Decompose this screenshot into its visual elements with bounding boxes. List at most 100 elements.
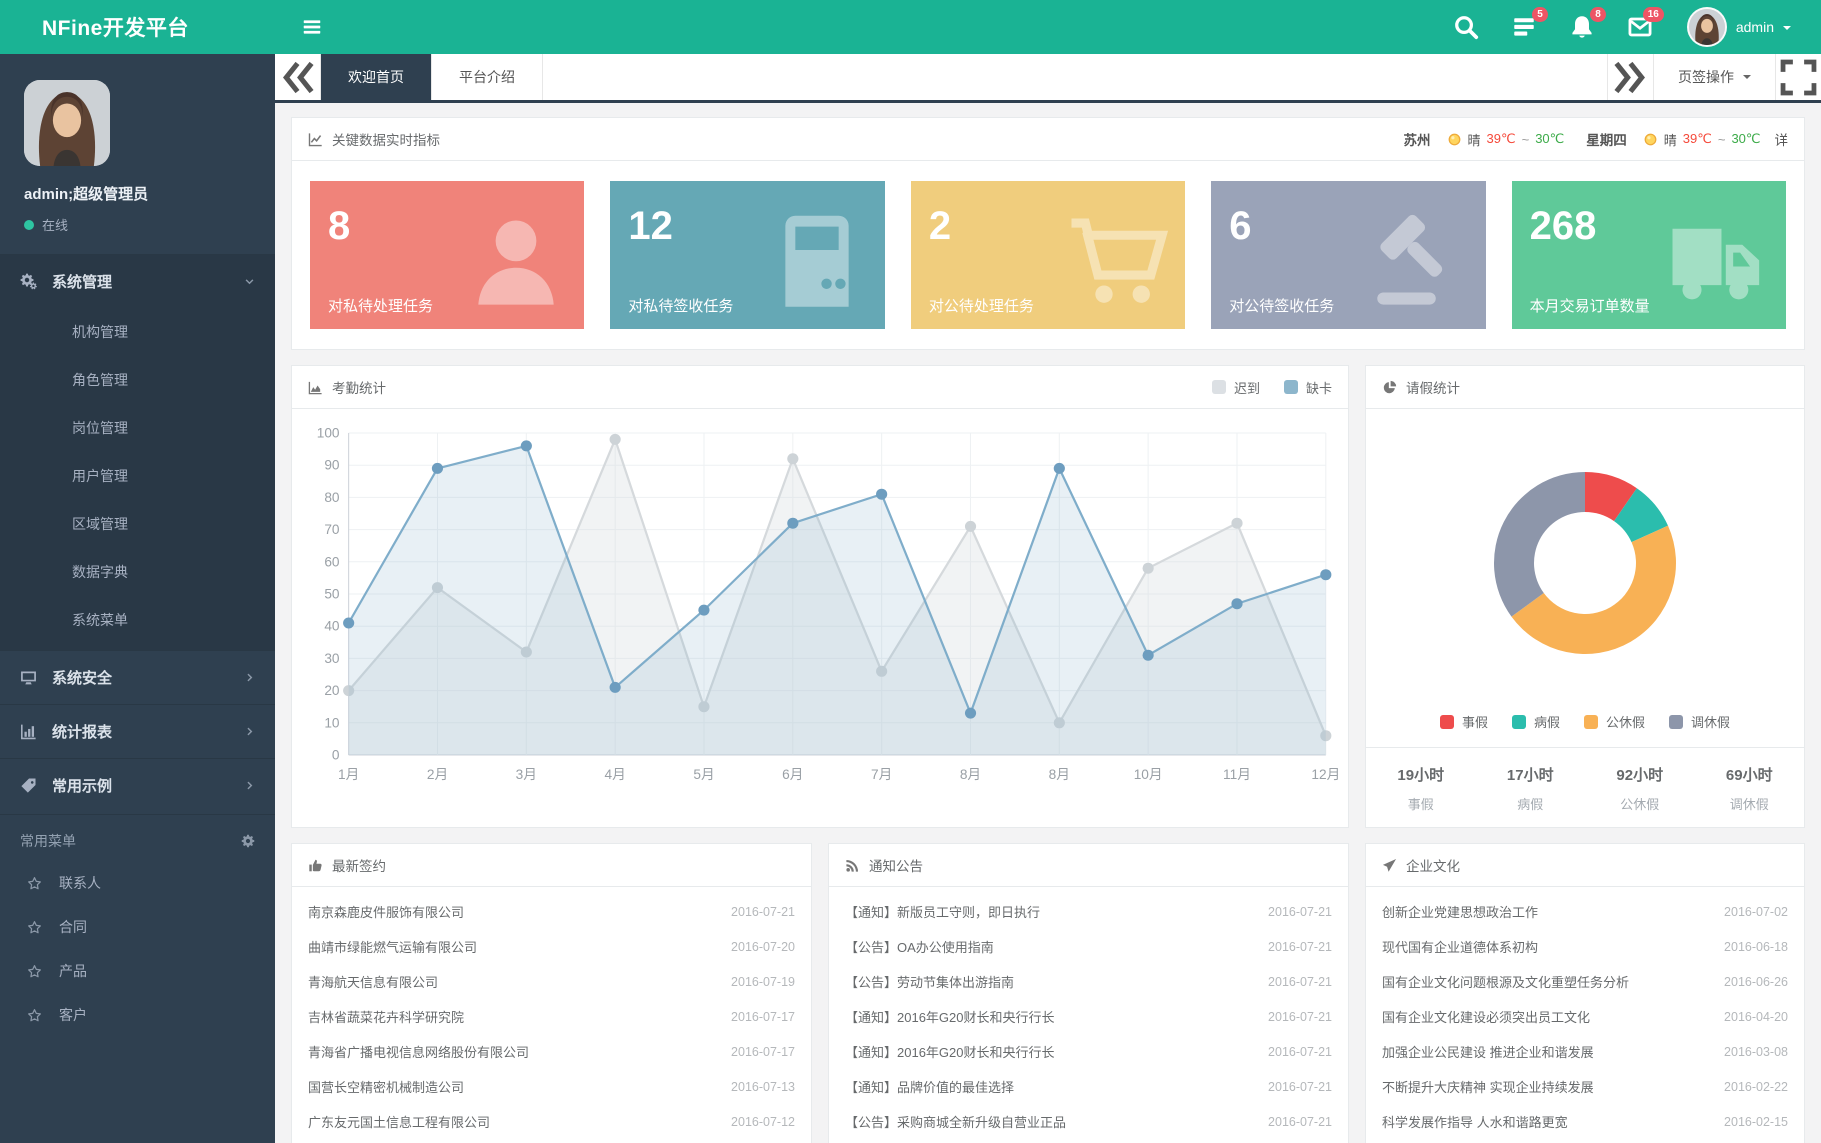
sun-icon — [1643, 132, 1658, 147]
list-item[interactable]: 【通知】品牌价值的最佳选择2016-07-21 — [845, 1069, 1332, 1104]
chevron-right-icon — [244, 780, 255, 791]
weather-more-link[interactable]: 详 — [1775, 129, 1789, 149]
legend-item-0[interactable]: 迟到 — [1212, 378, 1260, 397]
item-text: 青海航天信息有限公司 — [308, 972, 438, 991]
leave-header: 请假统计 — [1366, 366, 1804, 409]
stat-card-4[interactable]: 268本月交易订单数量 — [1512, 181, 1786, 329]
donut-legend-item-3[interactable]: 调休假 — [1669, 712, 1730, 731]
list-panel-0: 最新签约南京森鹿皮件服饰有限公司2016-07-21曲靖市绿能燃气运输有限公司2… — [291, 843, 812, 1143]
favorite-label: 联系人 — [59, 873, 101, 893]
tabs-scroll-left-button[interactable] — [275, 54, 321, 100]
tab-actions-dropdown[interactable]: 页签操作 — [1653, 54, 1775, 100]
stat-card-1[interactable]: 12对私待签收任务 — [610, 181, 884, 329]
favorite-item-2[interactable]: 产品 — [0, 949, 275, 993]
list-item[interactable]: 现代国有企业道德体系初构2016-06-18 — [1382, 929, 1788, 964]
sidebar-subitem-0-1[interactable]: 角色管理 — [0, 356, 275, 404]
server-icon — [765, 209, 869, 313]
list-item[interactable]: 青海省广播电视信息网络股份有限公司2016-07-17 — [308, 1034, 795, 1069]
sidebar-subitem-0-6[interactable]: 系统菜单 — [0, 596, 275, 644]
submenu-0: 机构管理角色管理岗位管理用户管理区域管理数据字典系统菜单 — [0, 308, 275, 650]
favorite-item-0[interactable]: 联系人 — [0, 861, 275, 905]
stat-value: 92小时 — [1585, 764, 1695, 785]
list-item[interactable]: 【公告】OA办公使用指南 2016-07-21 — [845, 929, 1332, 964]
list-item[interactable]: 创新企业党建思想政治工作2016-07-02 — [1382, 894, 1788, 929]
tabs-scroll-right-button[interactable] — [1607, 54, 1653, 100]
donut-legend-item-2[interactable]: 公休假 — [1584, 712, 1645, 731]
search-button[interactable] — [1453, 14, 1479, 40]
list-item[interactable]: 广东友元国土信息工程有限公司2016-07-12 — [308, 1104, 795, 1139]
stat-card-3[interactable]: 6对公待签收任务 — [1211, 181, 1485, 329]
sidebar-subitem-0-5[interactable]: 数据字典 — [0, 548, 275, 596]
favorite-item-1[interactable]: 合同 — [0, 905, 275, 949]
sidebar-item-label: 常用示例 — [52, 775, 229, 796]
legend-label: 缺卡 — [1306, 378, 1332, 397]
tab-welcome-home[interactable]: 欢迎首页 — [321, 54, 432, 100]
weather-low: 30℃ — [1535, 131, 1564, 147]
list-item[interactable]: 国有企业文化建设必须突出员工文化2016-04-20 — [1382, 999, 1788, 1034]
sidebar-subitem-0-3[interactable]: 用户管理 — [0, 452, 275, 500]
sidebar-item-1[interactable]: 系统安全 — [0, 651, 275, 704]
profile-avatar[interactable] — [24, 80, 110, 166]
user-menu[interactable]: admin — [1687, 7, 1791, 47]
list-item[interactable]: 【公告】采购商城全新升级自营业正品2016-07-21 — [845, 1139, 1332, 1143]
sidebar: admin;超级管理员 在线 系统管理机构管理角色管理岗位管理用户管理区域管理数… — [0, 54, 275, 1143]
gear-icon[interactable] — [241, 834, 255, 848]
app-logo: NFine开发平台 — [0, 12, 275, 42]
notifications-button[interactable]: 8 — [1569, 14, 1595, 40]
legend-label: 病假 — [1534, 712, 1560, 731]
leave-stat-2: 92小时公休假 — [1585, 764, 1695, 813]
list-item[interactable]: 不断提升大庆精神 实现企业持续发展2016-02-22 — [1382, 1069, 1788, 1104]
tab-platform-intro[interactable]: 平台介绍 — [432, 54, 543, 100]
item-date: 2016-07-21 — [1268, 940, 1332, 954]
list-item[interactable]: 青海航天信息有限公司2016-07-19 — [308, 964, 795, 999]
stat-card-0[interactable]: 8对私待处理任务 — [310, 181, 584, 329]
menu-section-1: 系统安全 — [0, 650, 275, 704]
stat-value: 17小时 — [1476, 764, 1586, 785]
fullscreen-button[interactable] — [1775, 54, 1821, 100]
sidebar-item-0[interactable]: 系统管理 — [0, 255, 275, 308]
list-item[interactable]: 【通知】2016年G20财长和央行行长2016-07-21 — [845, 1034, 1332, 1069]
donut-slice-3[interactable] — [1494, 472, 1585, 617]
sidebar-subitem-0-2[interactable]: 岗位管理 — [0, 404, 275, 452]
sidebar-subitem-0-4[interactable]: 区域管理 — [0, 500, 275, 548]
messages-button[interactable]: 16 — [1627, 14, 1653, 40]
leave-stat-3: 69小时调休假 — [1695, 764, 1805, 813]
list-item[interactable]: 【通知】新版员工守则，即日执行2016-07-21 — [845, 894, 1332, 929]
list-item[interactable]: 科学发展作指导 人水和谐路更宽2016-02-15 — [1382, 1139, 1788, 1143]
gavel-icon — [1366, 209, 1470, 313]
favorite-item-3[interactable]: 客户 — [0, 993, 275, 1037]
list-item[interactable]: 南京森鹿皮件服饰有限公司2016-07-21 — [308, 894, 795, 929]
star-icon — [27, 920, 42, 935]
list-item[interactable]: 国有企业文化问题根源及文化重塑任务分析2016-06-26 — [1382, 964, 1788, 999]
stat-card-2[interactable]: 2对公待处理任务 — [911, 181, 1185, 329]
item-text: 【公告】劳动节集体出游指南 — [845, 972, 1014, 991]
sidebar-item-2[interactable]: 统计报表 — [0, 705, 275, 758]
item-date: 2016-07-20 — [731, 940, 795, 954]
sidebar-item-3[interactable]: 常用示例 — [0, 759, 275, 812]
donut-legend-item-0[interactable]: 事假 — [1440, 712, 1488, 731]
online-dot-icon — [24, 220, 34, 230]
indicators-title: 关键数据实时指标 — [332, 129, 440, 149]
tasks-button[interactable]: 5 — [1511, 14, 1537, 40]
leave-stats: 19小时事假17小时病假92小时公休假69小时调休假 — [1366, 748, 1804, 827]
item-date: 2016-07-17 — [731, 1010, 795, 1024]
list-item[interactable]: 【公告】劳动节集体出游指南2016-07-21 — [845, 964, 1332, 999]
svg-text:11月: 11月 — [1223, 767, 1251, 782]
list-item[interactable]: 曲靖市绿能燃气运输有限公司2016-07-20 — [308, 929, 795, 964]
legend-item-1[interactable]: 缺卡 — [1284, 378, 1332, 397]
donut-legend-item-1[interactable]: 病假 — [1512, 712, 1560, 731]
list-item[interactable]: 吉林省蔬菜花卉科学研究院2016-07-17 — [308, 999, 795, 1034]
list-item[interactable]: 【通知】2016年G20财长和央行行长2016-07-21 — [845, 999, 1332, 1034]
list-item[interactable]: 国营长空精密机械制造公司2016-07-13 — [308, 1069, 795, 1104]
leave-panel: 请假统计 事假 病假 公休假 调休假 19小时事假17小时病假92小时公休假69小时调… — [1365, 365, 1805, 828]
list-item[interactable]: 广东友元国土信息工程有限公司2016-07-12 — [308, 1139, 795, 1143]
item-text: 【公告】OA办公使用指南 — [845, 937, 994, 956]
list-item[interactable]: 加强企业公民建设 推进企业和谐发展2016-03-08 — [1382, 1034, 1788, 1069]
list-item[interactable]: 【公告】采购商城全新升级自营业正品2016-07-21 — [845, 1104, 1332, 1139]
menu-toggle-icon[interactable] — [301, 16, 323, 38]
bar-chart-icon — [20, 723, 37, 740]
sidebar-subitem-0-0[interactable]: 机构管理 — [0, 308, 275, 356]
legend-swatch — [1284, 380, 1298, 394]
list-item[interactable]: 科学发展作指导 人水和谐路更宽2016-02-15 — [1382, 1104, 1788, 1139]
sidebar-item-label: 系统安全 — [52, 667, 229, 688]
